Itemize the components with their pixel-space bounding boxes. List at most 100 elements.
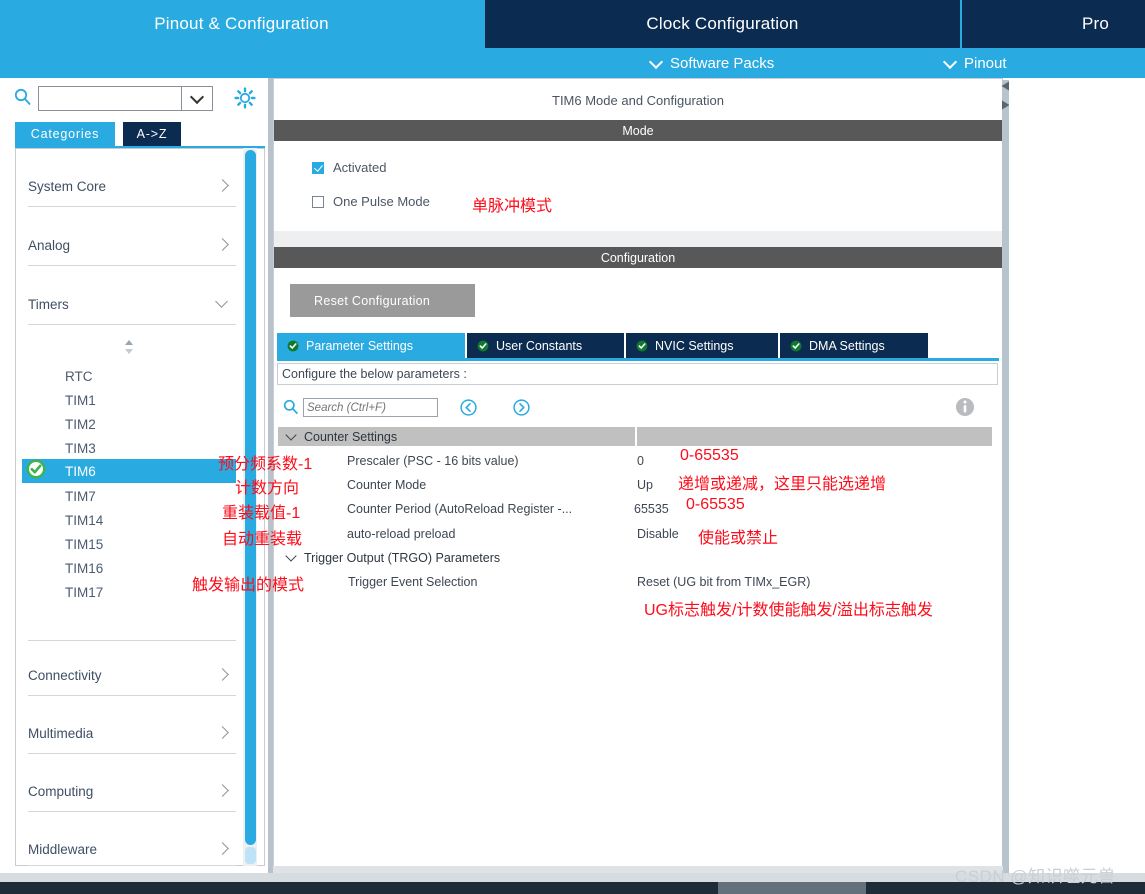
sidebar-item-rtc[interactable]: RTC <box>28 364 236 388</box>
param-value-prescaler-text: 0 <box>637 454 644 468</box>
tab-clock-configuration[interactable]: Clock Configuration <box>485 0 960 48</box>
tab-pinout-configuration-label: Pinout & Configuration <box>154 14 329 33</box>
annotation-autoreload-note: 使能或禁止 <box>698 530 779 547</box>
sidebar-item-analog-label: Analog <box>28 237 71 253</box>
chevron-right-icon <box>216 842 230 856</box>
group-header-trigger-output[interactable]: Trigger Output (TRGO) Parameters <box>278 548 992 568</box>
param-name-prescaler[interactable]: Prescaler (PSC - 16 bits value) <box>347 450 519 472</box>
chevron-down-icon <box>286 431 298 443</box>
annotation-trigger-bottom: UG标志触发/计数使能触发/溢出标志触发 <box>644 602 933 619</box>
sidebar-item-tim6-label: TIM6 <box>65 463 96 479</box>
taskbar-active-item[interactable] <box>718 882 866 894</box>
page-title-text: TIM6 Mode and Configuration <box>552 92 724 108</box>
sidebar-item-rtc-label: RTC <box>65 368 93 384</box>
sidebar-item-tim17-label: TIM17 <box>65 584 104 600</box>
divider <box>28 206 236 207</box>
main-scrollbar-track[interactable] <box>1002 80 1009 873</box>
annotation-autoreload-left: 自动重装载 <box>222 531 303 548</box>
divider <box>28 865 236 866</box>
sidebar-item-analog[interactable]: Analog <box>28 231 236 259</box>
param-name-counter-period[interactable]: Counter Period (AutoReload Register -... <box>347 498 572 520</box>
page-title: TIM6 Mode and Configuration <box>274 88 1002 112</box>
sidebar-item-tim15[interactable]: TIM15 <box>28 532 236 556</box>
sidebar-item-computing[interactable]: Computing <box>28 777 236 805</box>
sidebar-tab-az-label: A->Z <box>136 127 168 141</box>
sidebar-scrollbar-end[interactable] <box>245 847 256 864</box>
parameter-search-input[interactable] <box>303 398 438 417</box>
sidebar-item-tim3[interactable]: TIM3 <box>28 436 236 460</box>
sidebar-item-tim7[interactable]: TIM7 <box>28 484 236 508</box>
annotation-counter-period-left: 重装载值-1 <box>222 505 301 522</box>
one-pulse-mode-checkbox[interactable] <box>312 195 324 208</box>
tab-dma-settings[interactable]: DMA Settings <box>780 333 928 358</box>
one-pulse-mode-checkbox-row[interactable]: One Pulse Mode <box>312 194 430 209</box>
sidebar-item-tim7-label: TIM7 <box>65 488 96 504</box>
param-name-auto-reload-preload[interactable]: auto-reload preload <box>347 523 455 545</box>
tab-user-constants-label: User Constants <box>496 338 583 353</box>
param-value-counter-period[interactable]: 65535 <box>634 498 669 520</box>
tab-nvic-settings-label: NVIC Settings <box>655 338 734 353</box>
sidebar-item-tim2[interactable]: TIM2 <box>28 412 236 436</box>
reset-configuration-button[interactable]: Reset Configuration <box>290 284 475 317</box>
sidebar-item-multimedia[interactable]: Multimedia <box>28 719 236 747</box>
pinout-menu-label: Pinout <box>964 54 1007 72</box>
check-circle-icon <box>790 340 802 351</box>
activated-checkbox[interactable] <box>312 161 324 174</box>
search-icon <box>14 88 31 106</box>
divider <box>28 324 236 325</box>
pinout-menu[interactable]: Pinout <box>944 48 1007 78</box>
sidebar-tab-az[interactable]: A->Z <box>123 122 181 146</box>
group-header-counter-settings-value-col <box>637 427 992 446</box>
software-packs-menu[interactable]: Software Packs <box>650 48 774 78</box>
sidebar-item-system-core[interactable]: System Core <box>28 172 236 200</box>
tab-project-manager[interactable]: Pro <box>962 0 1145 48</box>
param-name-trigger-event-selection[interactable]: Trigger Event Selection <box>348 571 477 593</box>
sidebar-item-tim6[interactable]: TIM6 <box>22 459 236 483</box>
parameter-search-field[interactable] <box>304 399 437 417</box>
next-icon[interactable] <box>513 399 530 416</box>
sidebar-tab-categories[interactable]: Categories <box>15 122 115 146</box>
watermark: CSDN @知识噬元兽 <box>955 867 1116 886</box>
param-value-auto-reload-preload[interactable]: Disable <box>637 523 679 545</box>
sidebar-item-tim14[interactable]: TIM14 <box>28 508 236 532</box>
param-value-prescaler[interactable]: 0 <box>637 450 644 472</box>
tab-user-constants[interactable]: User Constants <box>467 333 624 358</box>
annotation-prescaler-range: 0-65535 <box>680 447 739 464</box>
sidebar-item-middleware[interactable]: Middleware <box>28 835 236 863</box>
tab-pinout-configuration[interactable]: Pinout & Configuration <box>0 0 483 48</box>
divider <box>28 753 236 754</box>
group-header-counter-settings[interactable]: Counter Settings <box>278 427 635 446</box>
param-name-counter-mode[interactable]: Counter Mode <box>347 474 426 496</box>
param-value-counter-mode[interactable]: Up <box>637 474 653 496</box>
sidebar-item-tim2-label: TIM2 <box>65 416 96 432</box>
chevron-down-icon <box>650 57 663 70</box>
group-header-trigger-output-label: Trigger Output (TRGO) Parameters <box>304 551 501 565</box>
chevron-down-icon <box>191 93 203 105</box>
sidebar-item-tim1[interactable]: TIM1 <box>28 388 236 412</box>
activated-checkbox-row[interactable]: Activated <box>312 160 386 175</box>
configuration-section-header-label: Configuration <box>600 250 676 265</box>
gear-icon[interactable] <box>233 86 257 110</box>
chevron-right-icon <box>216 726 230 740</box>
sidebar-item-timers[interactable]: Timers <box>28 290 236 318</box>
tab-clock-configuration-label: Clock Configuration <box>646 14 799 33</box>
sort-handle-icon[interactable] <box>120 338 138 356</box>
annotation-one-pulse: 单脉冲模式 <box>472 198 553 215</box>
previous-icon[interactable] <box>460 399 477 416</box>
tab-dma-settings-label: DMA Settings <box>809 338 885 353</box>
tab-nvic-settings[interactable]: NVIC Settings <box>626 333 778 358</box>
sidebar-item-connectivity[interactable]: Connectivity <box>28 661 236 689</box>
category-search-dropdown-button[interactable] <box>182 86 213 111</box>
chevron-down-icon <box>944 57 957 70</box>
param-name-auto-reload-preload-label: auto-reload preload <box>347 527 456 541</box>
chevron-right-icon <box>216 238 230 252</box>
category-search-field[interactable] <box>39 87 181 110</box>
info-icon[interactable] <box>955 397 975 417</box>
param-value-trigger-event-selection[interactable]: Reset (UG bit from TIMx_EGR) <box>637 571 810 593</box>
param-value-counter-mode-text: Up <box>637 478 653 492</box>
category-search-input[interactable] <box>38 86 182 111</box>
param-value-auto-reload-preload-text: Disable <box>637 527 679 541</box>
tab-parameter-settings[interactable]: Parameter Settings <box>277 333 465 358</box>
param-name-prescaler-label: Prescaler (PSC - 16 bits value) <box>347 454 519 468</box>
annotation-counter-mode-note: 递增或递减，这里只能选递增 <box>678 476 887 493</box>
